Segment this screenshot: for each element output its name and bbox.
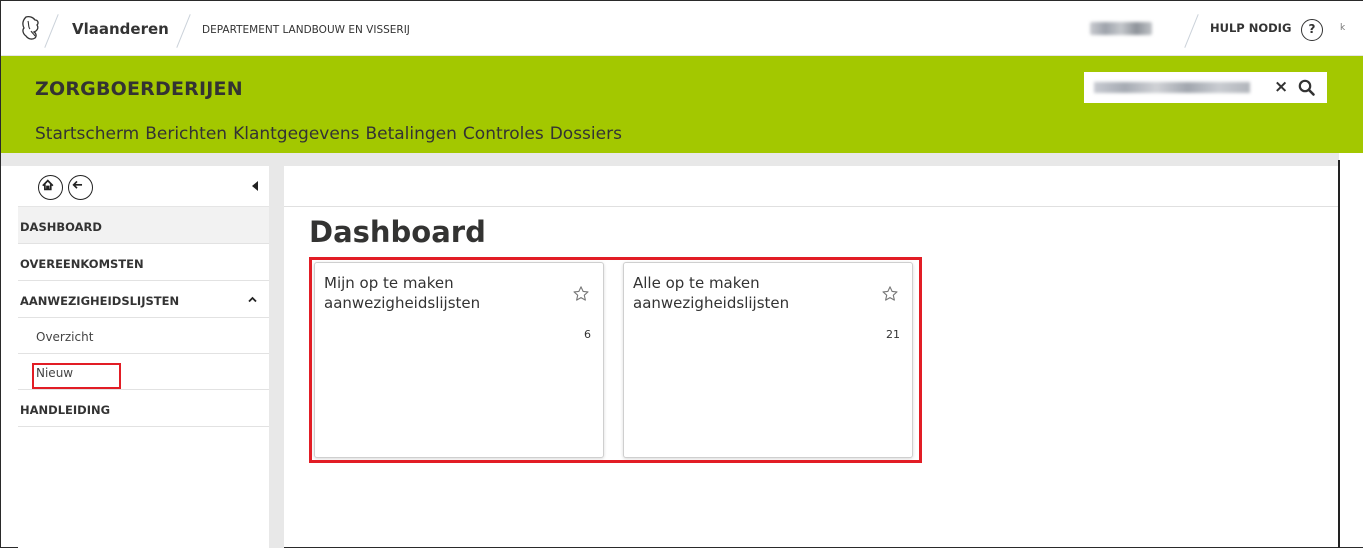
main-navigation: Startscherm Berichten Klantgegevens Beta… (35, 124, 628, 144)
chevron-up-icon[interactable] (248, 295, 257, 304)
home-button[interactable] (38, 175, 63, 200)
user-name-blurred[interactable] (1090, 22, 1152, 35)
highlight-annotation-cards (309, 257, 922, 463)
nav-controles[interactable]: Controles (463, 124, 544, 144)
content-divider (284, 206, 1338, 207)
sidebar-subitem-overzicht[interactable]: Overzicht (18, 318, 269, 354)
divider (1184, 14, 1199, 48)
sidebar-item-label: AANWEZIGHEIDSLIJSTEN (20, 294, 180, 308)
divider (44, 14, 59, 48)
home-icon (42, 179, 54, 191)
collapse-sidebar-icon[interactable] (252, 181, 258, 191)
app-header: ZORGBOERDERIJEN × Startscherm Berichten … (1, 56, 1363, 153)
truncated-text: k (1340, 23, 1346, 33)
top-header: Vlaanderen DEPARTEMENT LANDBOUW EN VISSE… (1, 1, 1363, 56)
site-name[interactable]: Vlaanderen (72, 20, 169, 38)
divider (176, 14, 191, 48)
nav-berichten[interactable]: Berichten (145, 124, 227, 144)
search-input-value-blurred[interactable] (1094, 82, 1250, 93)
sidebar-item-overeenkomsten[interactable]: OVEREENKOMSTEN (18, 244, 269, 281)
highlight-annotation-nieuw (32, 363, 121, 389)
sidebar-item-aanwezigheidslijsten[interactable]: AANWEZIGHEIDSLIJSTEN (18, 281, 269, 318)
arrow-left-icon (72, 180, 83, 189)
nav-betalingen[interactable]: Betalingen (365, 124, 456, 144)
search-icon[interactable] (1297, 78, 1317, 98)
scrollbar-edge (1338, 160, 1340, 548)
help-icon[interactable]: ? (1301, 19, 1323, 41)
page-title: Dashboard (309, 215, 486, 249)
search-box[interactable]: × (1084, 72, 1327, 103)
back-button[interactable] (68, 175, 93, 200)
header-separator (1, 153, 1339, 166)
flemish-lion-logo-icon[interactable] (20, 15, 42, 41)
help-link[interactable]: HULP NODIG (1210, 21, 1291, 35)
nav-startscherm[interactable]: Startscherm (35, 124, 139, 144)
app-title[interactable]: ZORGBOERDERIJEN (35, 78, 243, 100)
nav-dossiers[interactable]: Dossiers (550, 124, 622, 144)
nav-klantgegevens[interactable]: Klantgegevens (233, 124, 359, 144)
sidebar-gutter (269, 166, 284, 548)
sidebar-item-dashboard[interactable]: DASHBOARD (18, 207, 269, 244)
clear-search-icon[interactable]: × (1274, 77, 1288, 97)
department-name[interactable]: DEPARTEMENT LANDBOUW EN VISSERIJ (202, 24, 410, 36)
sidebar-item-handleiding[interactable]: HANDLEIDING (18, 390, 269, 427)
sidebar: DASHBOARD OVEREENKOMSTEN AANWEZIGHEIDSLI… (18, 166, 269, 548)
sidebar-toolbar (18, 166, 269, 207)
